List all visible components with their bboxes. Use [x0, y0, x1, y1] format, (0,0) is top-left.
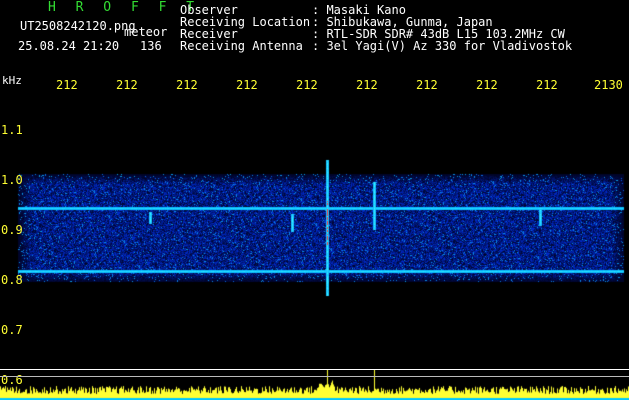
time-tick: 2130	[594, 78, 623, 92]
time-tick: 212	[176, 78, 198, 92]
date-time: 25.08.24 21:20	[18, 39, 120, 53]
time-tick: 212	[236, 78, 258, 92]
signal-level-graph	[0, 370, 629, 400]
freq-axis-unit: kHz	[2, 74, 22, 87]
time-tick: 212	[56, 78, 78, 92]
event-label: meteor	[124, 25, 168, 39]
time-tick: 212	[536, 78, 558, 92]
spectrogram-screen: H R O F F T UT2508242120.png meteor 25.0…	[0, 0, 629, 400]
field-label-antenna: Receiving Antenna	[180, 39, 303, 53]
field-value-antenna: : 3el Yagi(V) Az 330 for Vladivostok	[312, 39, 573, 53]
event-count: 136	[140, 39, 162, 53]
time-tick: 212	[356, 78, 378, 92]
station-title: H R O F F T	[48, 0, 201, 15]
file-name: UT2508242120.png	[20, 19, 136, 33]
time-tick: 212	[416, 78, 438, 92]
level-lower-line	[0, 376, 629, 377]
freq-tick: 0.7	[1, 323, 23, 337]
waterfall-spectrogram	[0, 0, 629, 400]
level-upper-line	[0, 369, 629, 370]
freq-tick: 1.0	[1, 173, 23, 187]
freq-tick: 0.9	[1, 223, 23, 237]
time-tick: 212	[296, 78, 318, 92]
time-tick: 212	[476, 78, 498, 92]
freq-tick: 0.8	[1, 273, 23, 287]
time-tick: 212	[116, 78, 138, 92]
freq-tick: 1.1	[1, 123, 23, 137]
